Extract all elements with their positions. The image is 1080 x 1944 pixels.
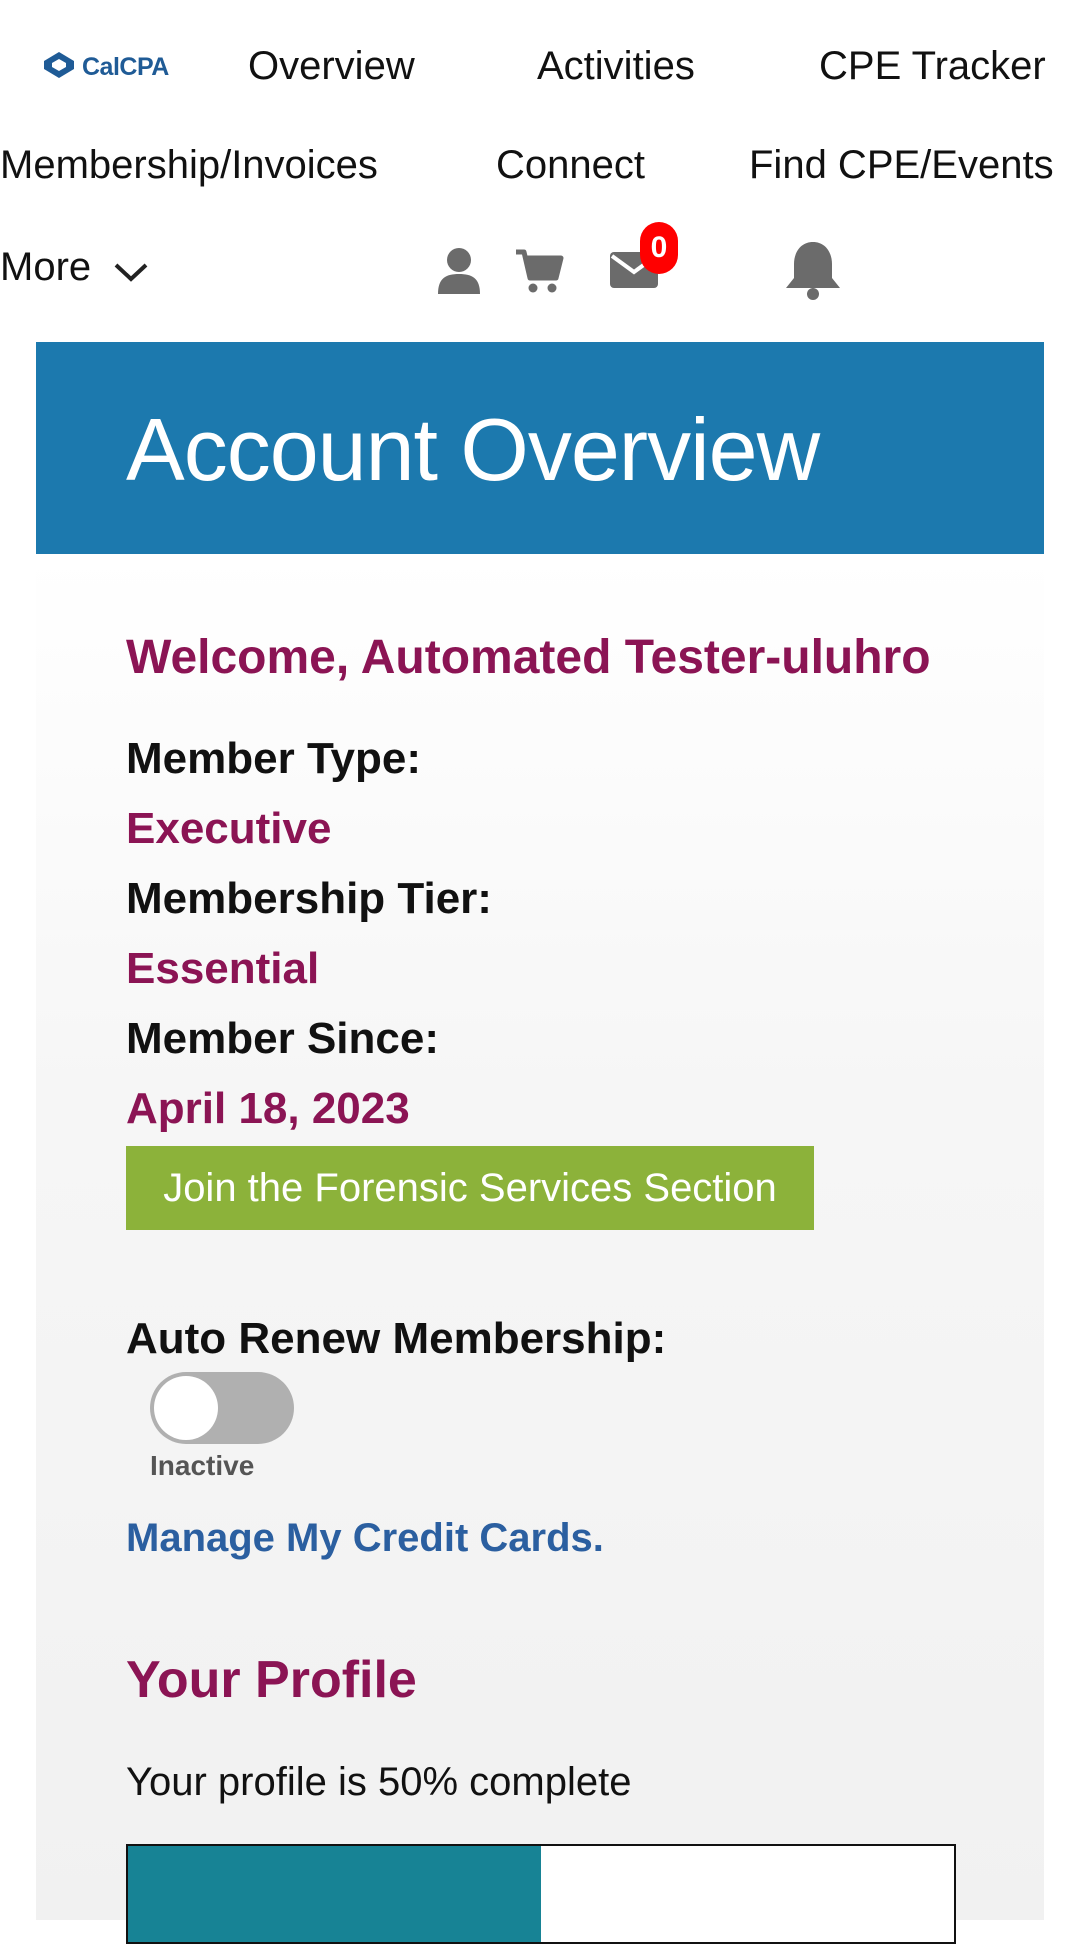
profile-completion-text: Your profile is 50% complete	[126, 1760, 632, 1804]
auto-renew-toggle[interactable]	[150, 1372, 294, 1444]
membership-tier-value: Essential	[126, 944, 320, 993]
calcpa-logo[interactable]: CalCPA	[44, 52, 169, 83]
nav-link-cpe-tracker[interactable]: CPE Tracker	[819, 46, 1046, 86]
nav-more-label: More	[0, 245, 92, 289]
chevron-down-icon	[113, 250, 149, 290]
nav-link-activities[interactable]: Activities	[537, 46, 695, 86]
nav-link-overview[interactable]: Overview	[248, 46, 415, 86]
toggle-knob	[154, 1376, 218, 1440]
cart-icon[interactable]	[514, 248, 564, 299]
top-nav: CalCPA Overview Activities CPE Tracker M…	[0, 0, 1080, 342]
calcpa-logo-text: CalCPA	[82, 53, 169, 81]
member-type-value: Executive	[126, 804, 332, 853]
member-since-label: Member Since:	[126, 1014, 439, 1063]
member-type-label: Member Type:	[126, 734, 422, 783]
calcpa-logo-icon	[44, 52, 74, 83]
nav-link-membership-invoices[interactable]: Membership/Invoices	[0, 145, 378, 185]
mail-count-badge: 0	[640, 222, 678, 274]
bell-icon[interactable]	[784, 240, 842, 305]
page-title: Account Overview	[126, 400, 820, 499]
account-overview-banner: Account Overview	[36, 342, 1044, 554]
welcome-heading: Welcome, Automated Tester-uluhro	[126, 631, 931, 684]
manage-credit-cards-link[interactable]: Manage My Credit Cards.	[126, 1516, 604, 1561]
nav-link-connect[interactable]: Connect	[496, 145, 645, 185]
auto-renew-label: Auto Renew Membership:	[126, 1314, 667, 1363]
membership-tier-label: Membership Tier:	[126, 874, 492, 923]
auto-renew-status: Inactive	[150, 1450, 255, 1481]
account-panel: Welcome, Automated Tester-uluhro Member …	[36, 554, 1044, 1944]
member-since-value: April 18, 2023	[126, 1084, 410, 1133]
profile-progress-bar	[126, 1844, 956, 1944]
your-profile-heading: Your Profile	[126, 1651, 417, 1709]
join-forensic-section-button[interactable]: Join the Forensic Services Section	[126, 1146, 814, 1230]
profile-progress-fill	[128, 1846, 541, 1942]
nav-more-menu[interactable]: More	[0, 244, 149, 290]
user-icon[interactable]	[436, 246, 482, 299]
nav-link-find-cpe-events[interactable]: Find CPE/Events	[749, 145, 1054, 185]
